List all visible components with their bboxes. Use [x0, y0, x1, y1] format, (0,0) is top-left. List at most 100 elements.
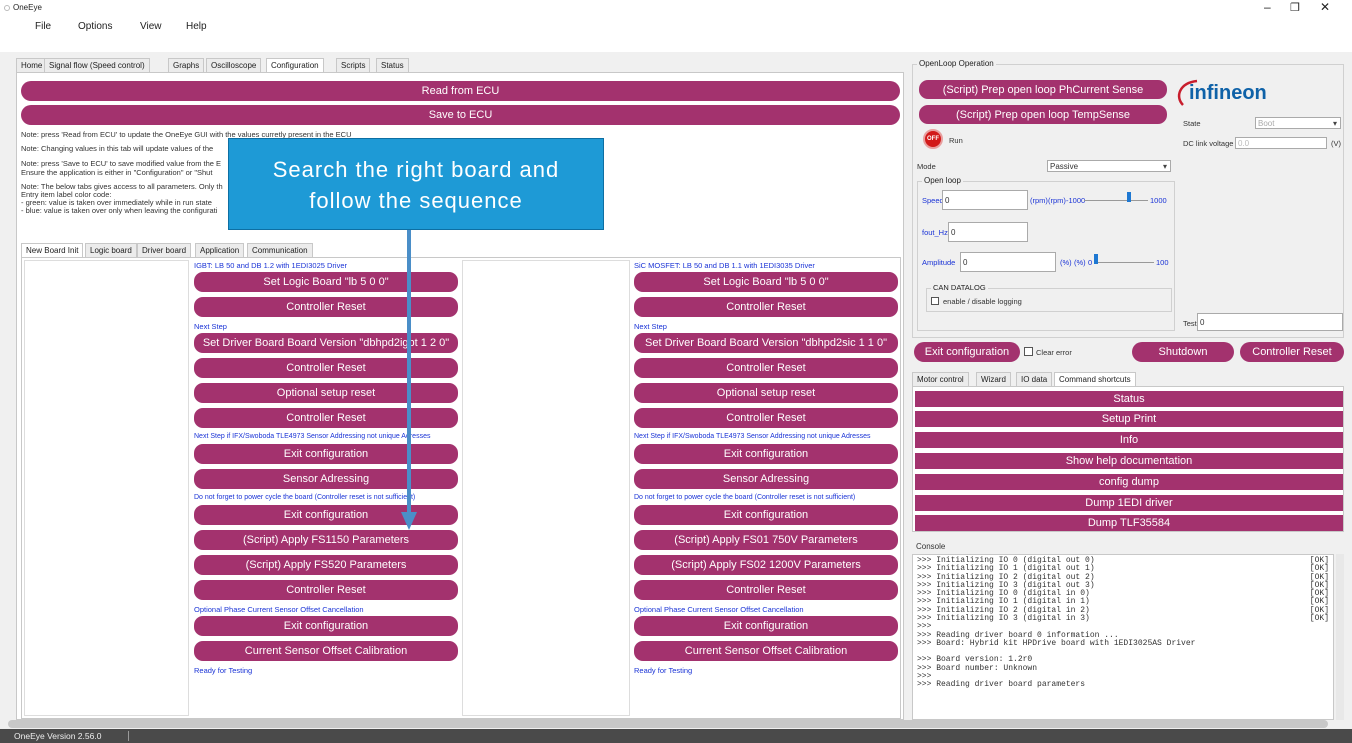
controller-reset-button[interactable]: Controller Reset [1240, 342, 1344, 362]
igbt-controller-reset-button-3[interactable]: Controller Reset [194, 408, 458, 428]
sic-exit-configuration-button-3[interactable]: Exit configuration [634, 616, 898, 636]
tab-signal-flow[interactable]: Signal flow (Speed control) [44, 58, 150, 72]
igbt-set-driver-board-button[interactable]: Set Driver Board Board Version "dbhpd2ig… [194, 333, 458, 353]
sic-set-logic-board-button[interactable]: Set Logic Board "lb 5 0 0" [634, 272, 898, 292]
console-output[interactable]: >>> Initializing IO 0 (digital out 0) [OK… [912, 554, 1334, 720]
igbt-optional-setup-reset-button[interactable]: Optional setup reset [194, 383, 458, 403]
shutdown-button[interactable]: Shutdown [1132, 342, 1234, 362]
tab-logic-board[interactable]: Logic board [85, 243, 137, 257]
sic-controller-reset-button-2[interactable]: Controller Reset [634, 358, 898, 378]
clear-error-checkbox[interactable] [1024, 347, 1033, 356]
dump-1edi-shortcut-button[interactable]: Dump 1EDI driver [915, 495, 1343, 511]
close-icon[interactable]: ✕ [1320, 0, 1330, 14]
tab-graphs[interactable]: Graphs [168, 58, 205, 72]
tab-motor-control[interactable]: Motor control [912, 372, 969, 386]
speed-slider[interactable] [1084, 192, 1148, 208]
speed-input[interactable]: 0 [942, 190, 1028, 210]
run-toggle[interactable]: OFF [923, 129, 943, 149]
tab-status[interactable]: Status [376, 58, 409, 72]
tab-io-data[interactable]: IO data [1016, 372, 1053, 386]
setup-print-shortcut-button[interactable]: Setup Print [915, 411, 1343, 427]
amplitude-input[interactable]: 0 [960, 252, 1056, 272]
tab-wizard[interactable]: Wizard [976, 372, 1011, 386]
status-shortcut-button[interactable]: Status [915, 391, 1343, 407]
tab-oscilloscope[interactable]: Oscilloscope [206, 58, 262, 72]
igbt-offset-calibration-button[interactable]: Current Sensor Offset Calibration [194, 641, 458, 661]
tab-communication[interactable]: Communication [247, 243, 313, 257]
sic-sensor-adressing-button[interactable]: Sensor Adressing [634, 469, 898, 489]
sic-optional-setup-reset-button[interactable]: Optional setup reset [634, 383, 898, 403]
openloop-group: OpenLoop Operation (Script) Prep open lo… [912, 59, 1344, 338]
horizontal-scrollbar[interactable] [8, 720, 1328, 728]
console-line-text: >>> Board number: Unknown [917, 663, 1038, 673]
sic-controller-reset-button-4[interactable]: Controller Reset [634, 580, 898, 600]
sic-exit-configuration-button-1[interactable]: Exit configuration [634, 444, 898, 464]
test-field[interactable]: 0 [1197, 313, 1343, 331]
save-to-ecu-button[interactable]: Save to ECU [21, 105, 900, 125]
clear-error-label: Clear error [1036, 348, 1072, 357]
tab-scripts[interactable]: Scripts [336, 58, 371, 72]
igbt-controller-reset-button-2[interactable]: Controller Reset [194, 358, 458, 378]
help-documentation-shortcut-button[interactable]: Show help documentation [915, 453, 1343, 469]
script-tempsense-button[interactable]: (Script) Prep open loop TempSense [919, 105, 1167, 124]
state-label: State [1183, 119, 1201, 128]
console-line-status: [OK] [1309, 614, 1329, 624]
amplitude-slider-track [1094, 262, 1154, 263]
tab-command-shortcuts[interactable]: Command shortcuts [1054, 372, 1136, 386]
sic-controller-reset-button-3[interactable]: Controller Reset [634, 408, 898, 428]
sic-apply-fs02-button[interactable]: (Script) Apply FS02 1200V Parameters [634, 555, 898, 575]
sic-ready-label: Ready for Testing [634, 666, 693, 675]
sic-offset-calibration-button[interactable]: Current Sensor Offset Calibration [634, 641, 898, 661]
dclink-unit: (V) [1331, 139, 1341, 148]
menu-file[interactable]: File [35, 21, 51, 32]
test-label: Test [1183, 319, 1197, 328]
note-3: Ensure the application is either in "Con… [21, 168, 213, 177]
config-dump-shortcut-button[interactable]: config dump [915, 474, 1343, 490]
dump-tlf-shortcut-button[interactable]: Dump TLF35584 [915, 515, 1343, 531]
amplitude-slider[interactable] [1094, 254, 1154, 270]
menu-view[interactable]: View [140, 21, 162, 32]
menu-help[interactable]: Help [186, 21, 207, 32]
console-line-text: >>> Board: Hybrid kit HPDrive board with… [917, 638, 1196, 648]
sic-apply-fs01-button[interactable]: (Script) Apply FS01 750V Parameters [634, 530, 898, 550]
amplitude-slider-handle[interactable] [1094, 254, 1098, 264]
sic-controller-reset-button-1[interactable]: Controller Reset [634, 297, 898, 317]
igbt-controller-reset-button-1[interactable]: Controller Reset [194, 297, 458, 317]
can-logging-checkbox[interactable] [931, 297, 939, 305]
sic-set-driver-board-button[interactable]: Set Driver Board Board Version "dbhpd2si… [634, 333, 898, 353]
tab-driver-board[interactable]: Driver board [137, 243, 192, 257]
tab-home[interactable]: Home [16, 58, 48, 72]
fout-input[interactable]: 0 [948, 222, 1028, 242]
speed-min: -1000 [1066, 196, 1086, 205]
speed-slider-handle[interactable] [1127, 192, 1132, 202]
igbt-controller-reset-button-4[interactable]: Controller Reset [194, 580, 458, 600]
igbt-apply-fs520-button[interactable]: (Script) Apply FS520 Parameters [194, 555, 458, 575]
speed-slider-track [1084, 200, 1148, 201]
exit-configuration-button[interactable]: Exit configuration [914, 342, 1020, 362]
console-scrollbar[interactable] [1336, 554, 1344, 720]
igbt-sensor-adressing-button[interactable]: Sensor Adressing [194, 469, 458, 489]
menu-options[interactable]: Options [78, 21, 112, 32]
igbt-exit-configuration-button-1[interactable]: Exit configuration [194, 444, 458, 464]
sic-next-step-label: Next Step [634, 322, 667, 331]
read-from-ecu-button[interactable]: Read from ECU [21, 81, 900, 101]
sub-tab-bar: New Board Init Logic board Driver board … [21, 243, 421, 257]
igbt-set-logic-board-button[interactable]: Set Logic Board "lb 5 0 0" [194, 272, 458, 292]
minimize-icon[interactable]: – [1264, 0, 1271, 14]
can-datalog-group: CAN DATALOG enable / disable logging [926, 283, 1172, 312]
igbt-exit-configuration-button-3[interactable]: Exit configuration [194, 616, 458, 636]
tab-new-board-init[interactable]: New Board Init [21, 243, 84, 257]
igbt-exit-configuration-button-2[interactable]: Exit configuration [194, 505, 458, 525]
note-2: Note: press 'Save to ECU' to save modifi… [21, 159, 222, 168]
tab-configuration[interactable]: Configuration [266, 58, 324, 72]
dclink-label: DC link voltage [1183, 139, 1234, 148]
restore-icon[interactable]: ❐ [1290, 1, 1300, 14]
can-logging-label: enable / disable logging [943, 297, 1022, 306]
script-phcurrent-button[interactable]: (Script) Prep open loop PhCurrent Sense [919, 80, 1167, 99]
sic-exit-configuration-button-2[interactable]: Exit configuration [634, 505, 898, 525]
tab-application[interactable]: Application [195, 243, 245, 257]
state-select[interactable]: Boot ▾ [1255, 117, 1341, 129]
mode-select[interactable]: Passive ▾ [1047, 160, 1171, 172]
igbt-apply-fs1150-button[interactable]: (Script) Apply FS1150 Parameters [194, 530, 458, 550]
info-shortcut-button[interactable]: Info [915, 432, 1343, 448]
